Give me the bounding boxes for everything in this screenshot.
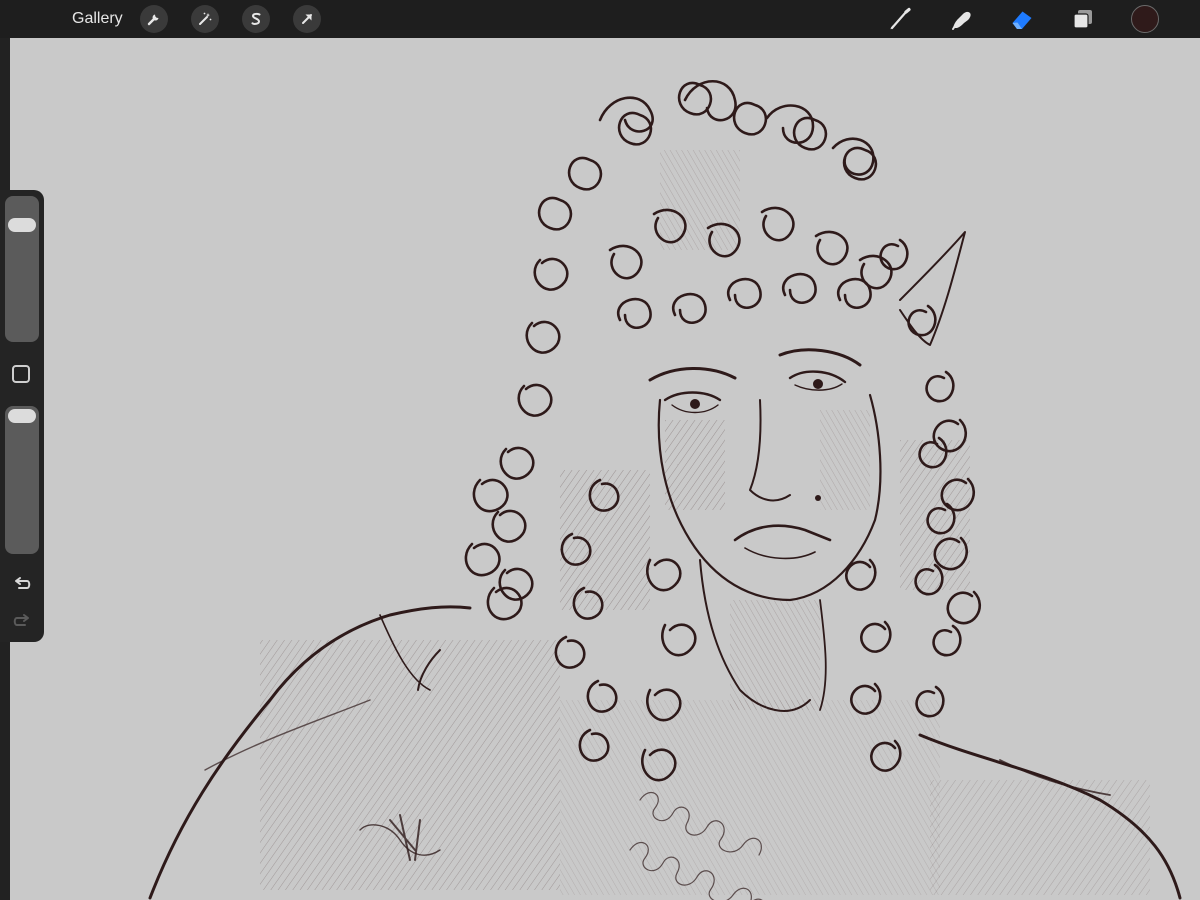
top-toolbar: Gallery — [0, 0, 1200, 38]
arrow-cursor-icon — [302, 14, 312, 24]
undo-button[interactable] — [11, 574, 33, 596]
smudge-finger-icon — [952, 11, 971, 30]
undo-icon — [15, 577, 31, 589]
wrench-icon — [147, 14, 159, 26]
adjustments-button[interactable] — [191, 5, 219, 33]
selection-s-icon — [251, 12, 261, 25]
smudge-tool-button[interactable] — [946, 4, 976, 34]
layers-button[interactable] — [1068, 4, 1098, 34]
magic-wand-icon — [199, 12, 212, 25]
brush-size-thumb[interactable] — [8, 217, 36, 232]
layers-icon — [1073, 10, 1092, 29]
modify-button[interactable] — [12, 365, 30, 383]
opacity-slider[interactable] — [5, 406, 39, 554]
brush-size-slider[interactable] — [5, 196, 39, 342]
opacity-thumb[interactable] — [8, 409, 36, 423]
eraser-tool-button[interactable] — [1007, 4, 1037, 34]
brush-tool-button[interactable] — [885, 4, 915, 34]
brush-icon — [890, 7, 911, 30]
sketch-artwork — [148, 79, 1182, 900]
gallery-button[interactable]: Gallery — [72, 9, 123, 29]
actions-button[interactable] — [140, 5, 168, 33]
color-picker-button[interactable] — [1131, 5, 1159, 33]
redo-icon — [13, 614, 29, 626]
drawing-canvas[interactable] — [10, 38, 1200, 900]
eraser-icon — [1012, 11, 1032, 29]
brush-sidebar — [0, 190, 44, 642]
transform-button[interactable] — [293, 5, 321, 33]
redo-button[interactable] — [11, 611, 33, 633]
selection-button[interactable] — [242, 5, 270, 33]
